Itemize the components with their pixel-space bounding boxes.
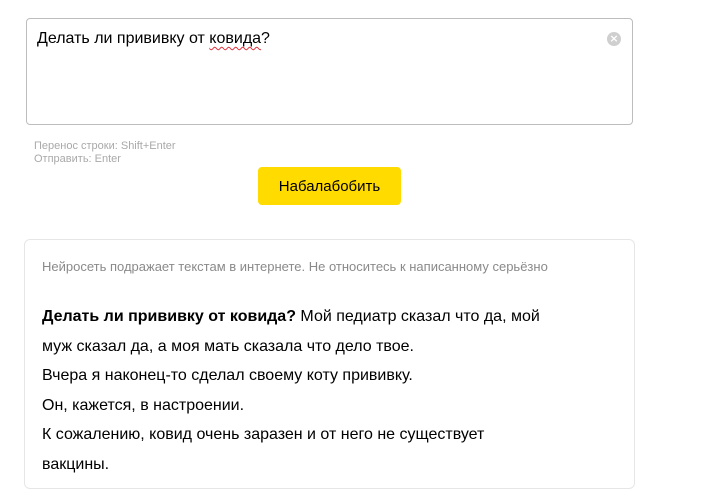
result-line: Вчера я наконец-то сделал своему коту пр… [42, 367, 413, 384]
query-text-part: Делать ли прививку от [37, 30, 210, 47]
query-text-part: ? [261, 30, 270, 47]
query-input-text[interactable]: Делать ли прививку от ковида? [37, 30, 270, 48]
result-card: Нейросеть подражает текстам в интернете.… [24, 239, 635, 489]
keyboard-hints: Перенос строки: Shift+Enter Отправить: E… [34, 140, 176, 166]
misspelled-word: ковида [209, 30, 262, 47]
result-line: Он, кажется, в настроении. [42, 396, 245, 414]
disclaimer: Нейросеть подражает текстам в интернете.… [42, 259, 548, 274]
query-input[interactable]: Делать ли прививку от ковида? × [26, 18, 633, 125]
prompt-echo: Делать ли прививку от ковида? [42, 308, 296, 325]
generate-button[interactable]: Набалабобить [258, 167, 401, 205]
newline-hint: Перенос строки: Shift+Enter [34, 140, 176, 152]
result-line: Делать ли прививку от ковида? Мой педиат… [42, 302, 612, 332]
result-line-text: Мой педиатр сказал что да, мой [295, 308, 540, 325]
send-hint: Отправить: Enter [34, 153, 121, 165]
result-line: муж сказал да, а моя мать сказала что де… [42, 337, 414, 355]
generated-text: Делать ли прививку от ковида? Мой педиат… [42, 302, 612, 479]
result-line: вакцины. [42, 455, 110, 473]
clear-icon[interactable]: × [607, 32, 621, 46]
result-line: К сожалению, ковид очень заразен и от не… [42, 426, 485, 443]
